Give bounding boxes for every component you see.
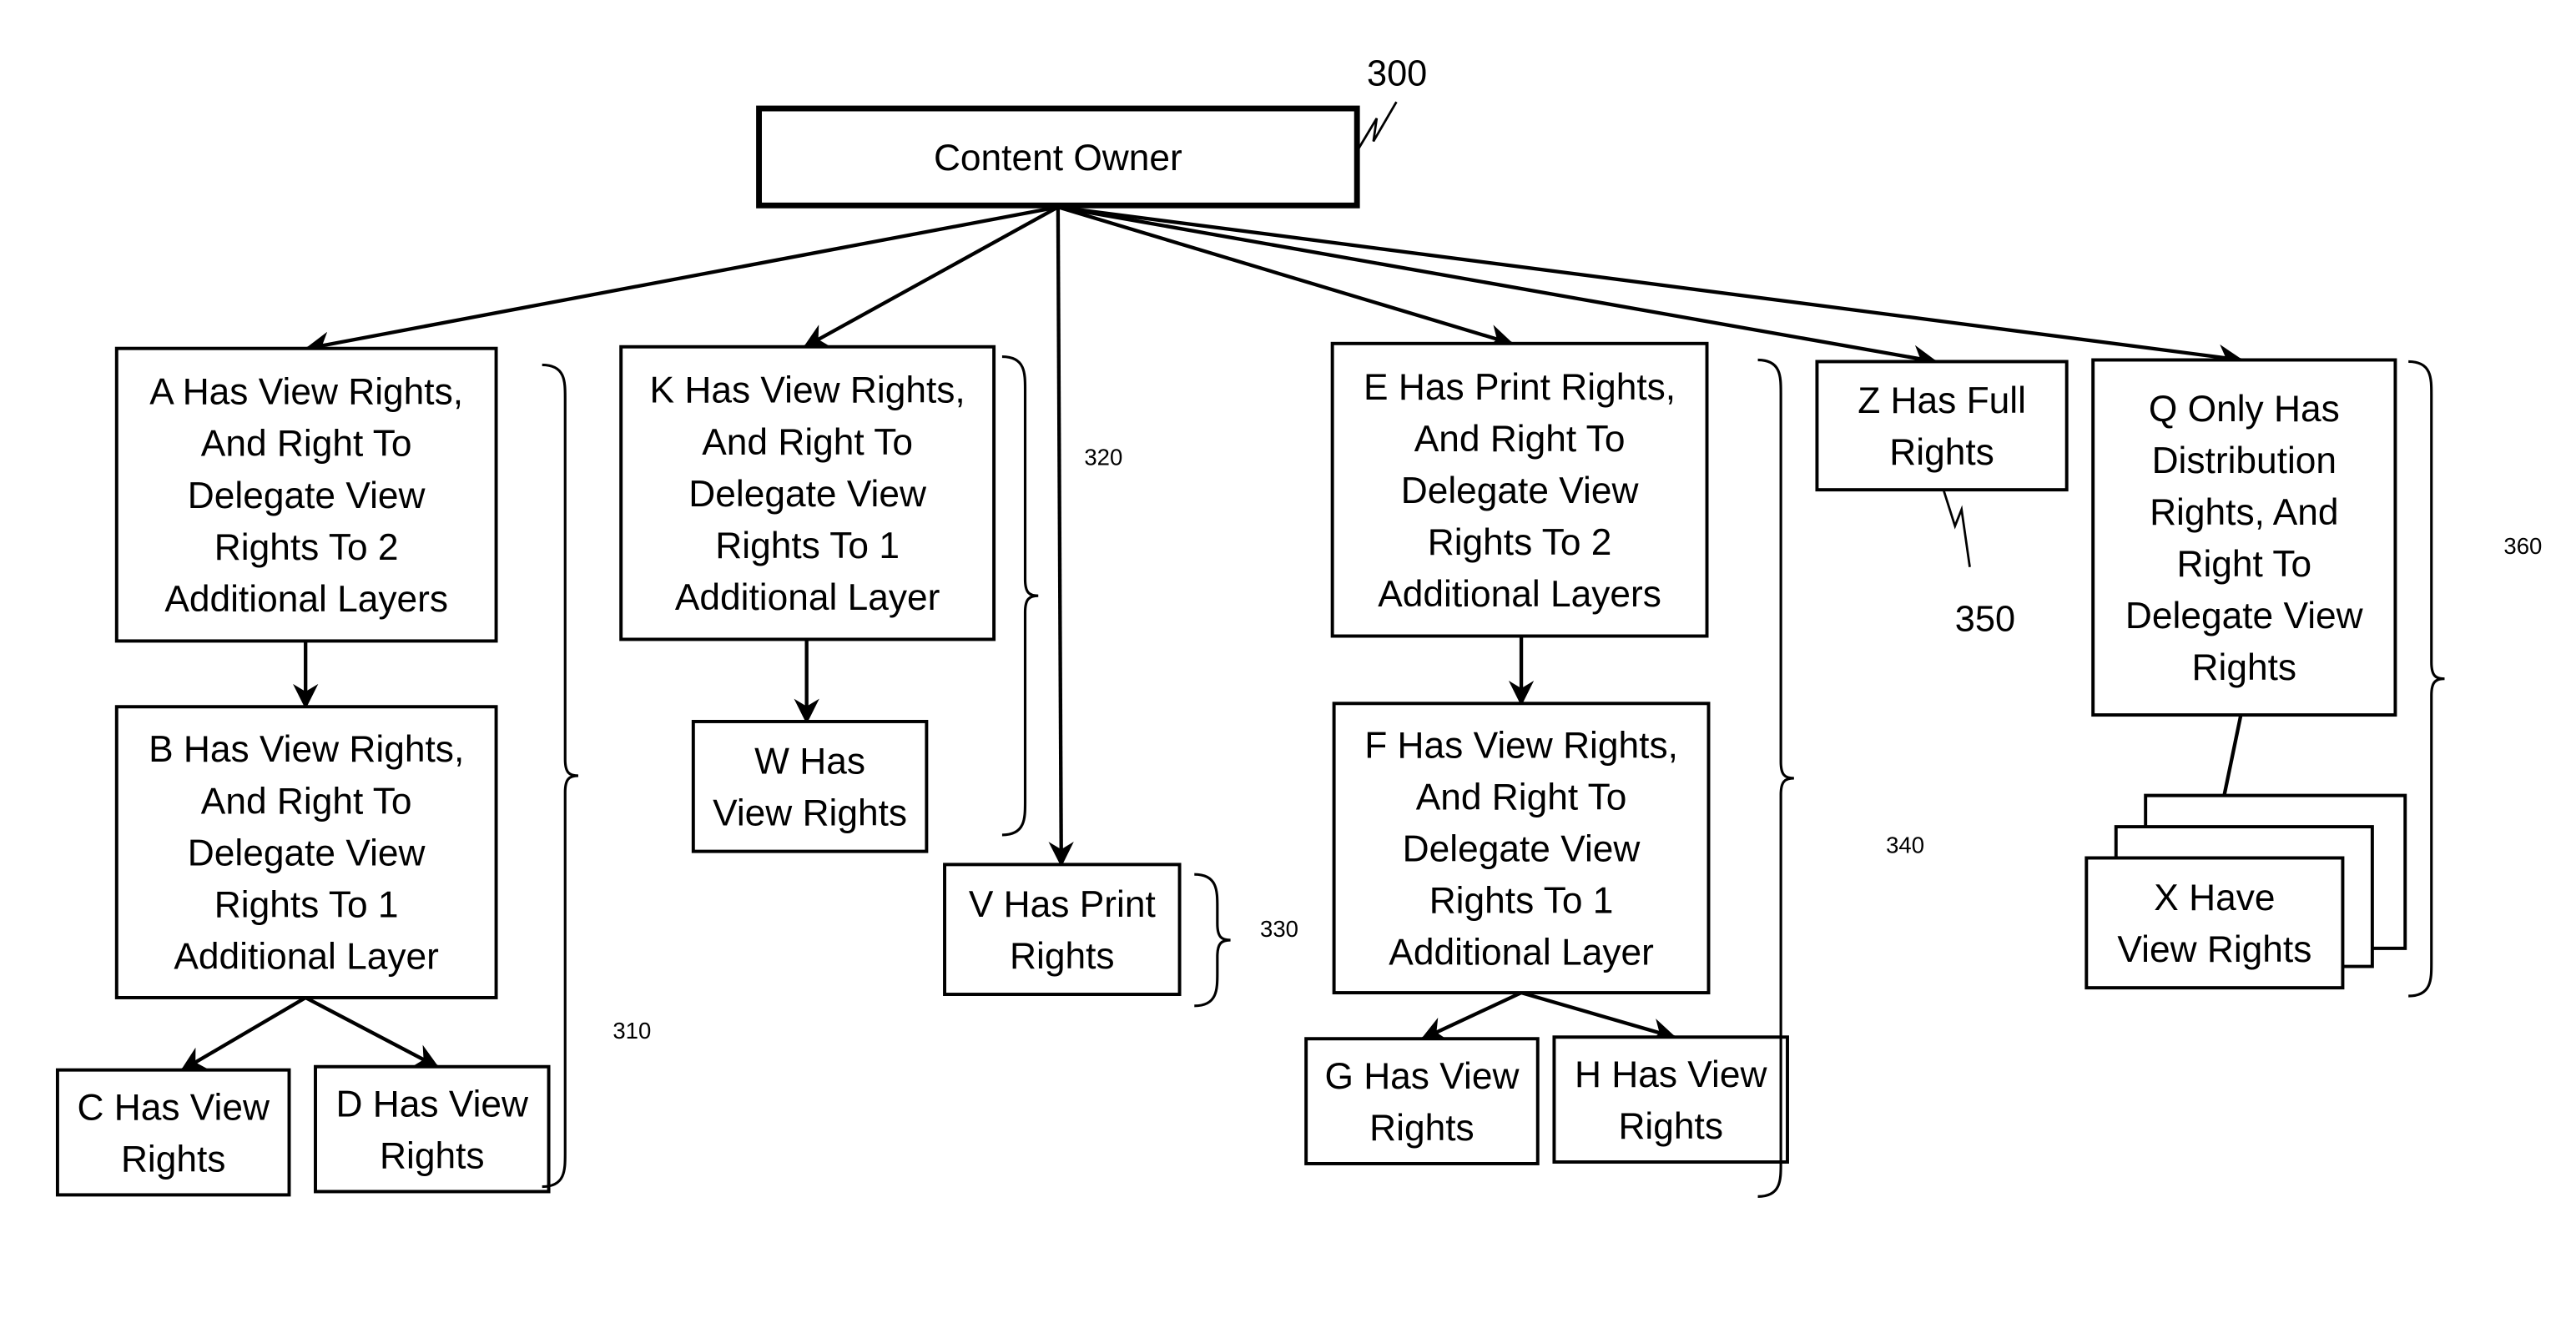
node-label-line: Rights To 1 [1429, 880, 1614, 921]
node-label-line: Rights To 1 [214, 884, 399, 925]
node-label-line: E Has Print Rights, [1364, 367, 1676, 408]
group-brace-320 [1001, 355, 1039, 837]
group-brace-330 [1194, 873, 1231, 1008]
node-label-line: A Has View Rights, [149, 372, 463, 413]
node-label-line: And Right To [702, 422, 913, 463]
ref-numeral-300: 300 [1367, 53, 1427, 93]
node-x: X Have View Rights [2084, 793, 2407, 990]
node-label-line: Delegate View [1403, 828, 1641, 869]
node-label-line: Rights [1618, 1106, 1723, 1147]
edge-b-to-c [179, 996, 307, 1072]
node-label-line: Rights [380, 1135, 485, 1176]
node-label-line: W Has [754, 742, 865, 782]
node-label-line: And Right To [201, 424, 412, 465]
node-a: A Has View Rights, And Right To Delegate V… [114, 346, 498, 643]
node-label-line: And Right To [201, 781, 412, 822]
edge-f-to-g [1420, 991, 1522, 1041]
edge-content-owner-to-q [1057, 205, 2244, 370]
node-b: B Has View Rights, And Right To Delegate V… [114, 705, 498, 999]
node-label-line: F Has View Rights, [1364, 725, 1678, 766]
node-label-line: Rights, And [2150, 492, 2338, 533]
node-label-line: And Right To [1414, 419, 1626, 460]
node-d: D Has View Rights [314, 1064, 551, 1194]
group-brace-360 [2408, 360, 2445, 998]
node-g: G Has View Rights [1304, 1037, 1540, 1165]
node-label-line: Z Has Full [1858, 380, 2026, 421]
ref-numeral-320: 320 [1084, 445, 1122, 470]
node-label-line: View Rights [2117, 929, 2311, 970]
leader-line-300 [1356, 101, 1398, 152]
edge-content-owner-to-k [803, 205, 1059, 349]
nodes-layer: Content Owner A Has View Rights, And Right… [55, 105, 2407, 1197]
node-label-line: Additional Layer [174, 936, 439, 977]
node-label-line: Right To [2176, 544, 2311, 585]
node-label-line: Rights To 1 [715, 526, 900, 566]
node-label-line: C Has View [77, 1087, 270, 1128]
node-content-owner: Content Owner [756, 105, 1360, 209]
node-v: V Has Print Rights [943, 863, 1182, 996]
ref-numeral-350: 350 [1955, 600, 2015, 640]
node-label-line: Rights To 2 [214, 527, 399, 568]
node-label-line: Additional Layer [1389, 933, 1654, 973]
node-label-line: Q Only Has [2149, 389, 2340, 430]
node-label-line: Rights [2192, 647, 2297, 688]
node-label-line: Delegate View [188, 833, 426, 873]
ref-numeral-360: 360 [2503, 533, 2542, 559]
group-brace-310 [542, 363, 579, 1189]
node-label-line: Rights [1010, 936, 1115, 977]
node-label-line: Distribution [2152, 440, 2337, 481]
node-label-line: Additional Layer [675, 577, 940, 618]
node-q: Q Only Has Distribution Rights, And Right T… [2091, 358, 2397, 717]
node-label-line: Rights [1369, 1108, 1475, 1149]
node-label-line: H Has View [1575, 1054, 1768, 1095]
node-label-line: Rights [121, 1139, 226, 1180]
leader-line-350 [1942, 489, 1971, 567]
node-f: F Has View Rights, And Right To Delegate V… [1332, 702, 1711, 995]
node-c: C Has View Rights [55, 1068, 291, 1197]
node-h: H Has View Rights [1552, 1035, 1789, 1164]
edge-content-owner-to-v [1048, 207, 1074, 868]
ref-numeral-310: 310 [612, 1018, 651, 1044]
edge-content-owner-to-a [305, 205, 1059, 357]
node-label-line: And Right To [1416, 777, 1627, 817]
node-label-line: Delegate View [2125, 596, 2364, 636]
node-label-line: Additional Layers [164, 579, 448, 620]
node-label-line: Rights To 2 [1428, 522, 1612, 563]
node-label-line: D Has View [336, 1084, 530, 1124]
ref-numeral-340: 340 [1886, 833, 1924, 858]
rights-delegation-diagram: Content Owner A Has View Rights, And Right… [55, 53, 2542, 1198]
node-k: K Has View Rights, And Right To Delegate V… [619, 345, 996, 641]
node-label-line: Rights [1889, 432, 1994, 473]
node-label-line: V Has Print [969, 884, 1156, 925]
node-label-line: K Has View Rights, [650, 370, 965, 411]
node-label-line: Delegate View [688, 474, 927, 515]
node-label-line: Additional Layers [1378, 574, 1661, 615]
node-w: W Has View Rights [691, 719, 929, 853]
node-label-line: G Has View [1324, 1056, 1520, 1097]
ref-numeral-330: 330 [1260, 916, 1298, 942]
node-z: Z Has Full Rights [1815, 360, 2069, 492]
node-label-line: B Has View Rights, [149, 729, 464, 770]
node-e: E Has Print Rights, And Right To Delegate … [1330, 341, 1709, 638]
node-label-line: View Rights [713, 793, 907, 834]
node-label-line: Content Owner [934, 138, 1182, 179]
node-label-line: Delegate View [188, 475, 426, 516]
edge-f-to-h [1520, 990, 1677, 1044]
edge-b-to-d [305, 996, 440, 1069]
node-label-line: Delegate View [1401, 470, 1640, 511]
node-label-line: X Have [2154, 878, 2275, 918]
